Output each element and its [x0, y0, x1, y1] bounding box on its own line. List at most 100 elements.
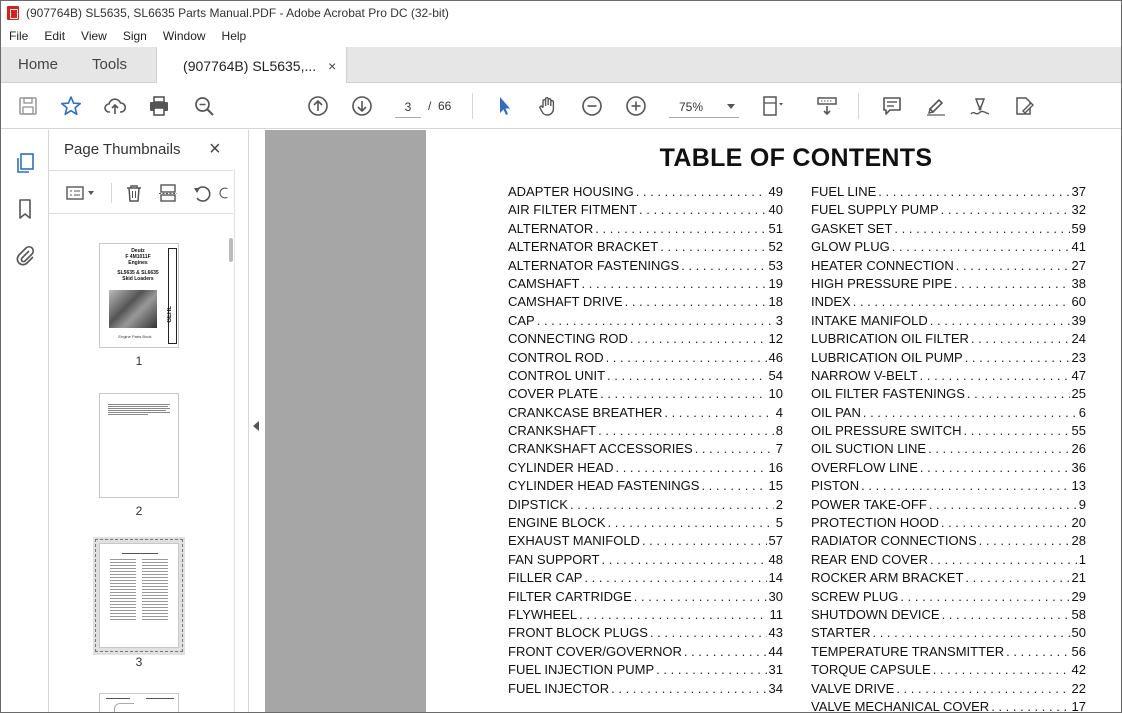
- zoom-level-dropdown[interactable]: 75%: [669, 96, 739, 118]
- tab-home[interactable]: Home: [1, 47, 75, 82]
- page-number-input[interactable]: [395, 96, 421, 118]
- thumbnail-page-1[interactable]: Deutz F 4M1011F Engines SL5635 & SL6635 …: [99, 243, 179, 348]
- toc-entry[interactable]: INTAKE MANIFOLD 39: [811, 313, 1086, 331]
- menu-sign[interactable]: Sign: [123, 29, 147, 43]
- toc-entry[interactable]: INDEX 60: [811, 294, 1086, 312]
- tab-document[interactable]: (907764B) SL5635,... ×: [156, 47, 348, 84]
- toc-entry[interactable]: CRANKSHAFT ACCESSORIES 7: [508, 441, 783, 459]
- toc-entry[interactable]: GASKET SET 59: [811, 221, 1086, 239]
- menu-view[interactable]: View: [81, 29, 107, 43]
- hand-tool-icon[interactable]: [536, 94, 560, 118]
- star-icon[interactable]: [59, 94, 83, 118]
- toc-entry[interactable]: FRONT BLOCK PLUGS 43: [508, 625, 783, 643]
- toc-entry[interactable]: FUEL INJECTOR 34: [508, 681, 783, 699]
- scrolling-mode-icon[interactable]: [815, 94, 839, 118]
- toc-entry[interactable]: VALVE MECHANICAL COVER 17: [811, 699, 1086, 712]
- close-panel-icon[interactable]: ×: [209, 138, 221, 161]
- toc-entry[interactable]: FILTER CARTRIDGE 30: [508, 589, 783, 607]
- thumbnail-page-2[interactable]: [99, 393, 179, 498]
- attachment-icon[interactable]: [13, 243, 37, 267]
- toc-entry[interactable]: OIL PRESSURE SWITCH 55: [811, 423, 1086, 441]
- menu-window[interactable]: Window: [163, 29, 206, 43]
- zoom-search-icon[interactable]: [192, 94, 216, 118]
- toc-entry[interactable]: ADAPTER HOUSING 49: [508, 184, 783, 202]
- toc-entry[interactable]: FRONT COVER/GOVERNOR 44: [508, 644, 783, 662]
- toc-entry[interactable]: OVERFLOW LINE 36: [811, 460, 1086, 478]
- rotate-right-icon[interactable]: [219, 182, 233, 204]
- close-tab-icon[interactable]: ×: [328, 58, 336, 74]
- toc-entry[interactable]: HEATER CONNECTION 27: [811, 258, 1086, 276]
- toc-entry[interactable]: ENGINE BLOCK 5: [508, 515, 783, 533]
- fill-sign-icon[interactable]: [1012, 94, 1036, 118]
- toc-entry[interactable]: FUEL SUPPLY PUMP 32: [811, 202, 1086, 220]
- toc-entry[interactable]: PROTECTION HOOD 20: [811, 515, 1086, 533]
- toc-entry[interactable]: VALVE DRIVE 22: [811, 681, 1086, 699]
- toc-entry[interactable]: CRANKCASE BREATHER 4: [508, 405, 783, 423]
- toc-entry[interactable]: FUEL INJECTION PUMP 31: [508, 662, 783, 680]
- toc-entry[interactable]: CAP 3: [508, 313, 783, 331]
- sign-pen-icon[interactable]: [968, 94, 992, 118]
- toc-entry[interactable]: OIL FILTER FASTENINGS 25: [811, 386, 1086, 404]
- menu-help[interactable]: Help: [222, 29, 247, 43]
- toc-entry[interactable]: CONNECTING ROD 12: [508, 331, 783, 349]
- print-icon[interactable]: [147, 94, 171, 118]
- toc-entry[interactable]: CRANKSHAFT 8: [508, 423, 783, 441]
- toc-entry[interactable]: CYLINDER HEAD 16: [508, 460, 783, 478]
- toc-entry[interactable]: ALTERNATOR BRACKET 52: [508, 239, 783, 257]
- thumbnail-page-4[interactable]: [99, 693, 179, 712]
- toc-entry[interactable]: TEMPERATURE TRANSMITTER 56: [811, 644, 1086, 662]
- toc-entry[interactable]: FAN SUPPORT 48: [508, 552, 783, 570]
- toc-entry[interactable]: POWER TAKE-OFF 9: [811, 497, 1086, 515]
- toc-entry[interactable]: NARROW V-BELT 47: [811, 368, 1086, 386]
- upload-cloud-icon[interactable]: [103, 94, 127, 118]
- toc-entry[interactable]: CAMSHAFT 19: [508, 276, 783, 294]
- toc-entry[interactable]: FUEL LINE 37: [811, 184, 1086, 202]
- toc-entry[interactable]: SCREW PLUG 29: [811, 589, 1086, 607]
- page-thumbnails-icon[interactable]: [13, 151, 37, 175]
- highlight-pen-icon[interactable]: [924, 94, 948, 118]
- tab-tools[interactable]: Tools: [75, 47, 144, 82]
- thumbnail-options-icon[interactable]: [64, 182, 98, 204]
- toc-entry[interactable]: PISTON 13: [811, 478, 1086, 496]
- toc-entry[interactable]: ROCKER ARM BRACKET 21: [811, 570, 1086, 588]
- toc-entry[interactable]: REAR END COVER 1: [811, 552, 1086, 570]
- menu-file[interactable]: File: [9, 29, 28, 43]
- toc-entry[interactable]: LUBRICATION OIL FILTER 24: [811, 331, 1086, 349]
- comment-icon[interactable]: [880, 94, 904, 118]
- toc-entry[interactable]: STARTER 50: [811, 625, 1086, 643]
- toc-entry[interactable]: TORQUE CAPSULE 42: [811, 662, 1086, 680]
- zoom-in-icon[interactable]: [624, 94, 648, 118]
- toc-entry[interactable]: DIPSTICK 2: [508, 497, 783, 515]
- rotate-left-icon[interactable]: [190, 182, 214, 204]
- thumbnail-page-3[interactable]: [95, 539, 183, 652]
- toc-entry[interactable]: CYLINDER HEAD FASTENINGS 15: [508, 478, 783, 496]
- thumbnail-scrollbar-thumb[interactable]: [229, 238, 233, 262]
- panel-collapse-handle[interactable]: [249, 130, 265, 712]
- toc-entry[interactable]: COVER PLATE 10: [508, 386, 783, 404]
- next-page-icon[interactable]: [350, 94, 374, 118]
- select-cursor-icon[interactable]: [492, 94, 516, 118]
- toc-entry[interactable]: OIL SUCTION LINE 26: [811, 441, 1086, 459]
- toc-entry[interactable]: ALTERNATOR FASTENINGS 53: [508, 258, 783, 276]
- toc-entry[interactable]: ALTERNATOR 51: [508, 221, 783, 239]
- save-icon[interactable]: [16, 94, 40, 118]
- page-fit-icon[interactable]: [761, 94, 785, 118]
- toc-entry[interactable]: CONTROL ROD 46: [508, 350, 783, 368]
- toc-entry[interactable]: EXHAUST MANIFOLD 57: [508, 533, 783, 551]
- toc-entry[interactable]: OIL PAN 6: [811, 405, 1086, 423]
- toc-entry[interactable]: FILLER CAP 14: [508, 570, 783, 588]
- zoom-out-icon[interactable]: [580, 94, 604, 118]
- previous-page-icon[interactable]: [306, 94, 330, 118]
- extract-pages-icon[interactable]: [156, 182, 180, 204]
- toc-entry[interactable]: RADIATOR CONNECTIONS 28: [811, 533, 1086, 551]
- toc-entry[interactable]: SHUTDOWN DEVICE 58: [811, 607, 1086, 625]
- toc-entry[interactable]: GLOW PLUG 41: [811, 239, 1086, 257]
- toc-entry[interactable]: CAMSHAFT DRIVE 18: [508, 294, 783, 312]
- toc-entry[interactable]: AIR FILTER FITMENT 40: [508, 202, 783, 220]
- toc-entry[interactable]: FLYWHEEL 11: [508, 607, 783, 625]
- toc-entry[interactable]: CONTROL UNIT 54: [508, 368, 783, 386]
- menu-edit[interactable]: Edit: [44, 29, 65, 43]
- toc-entry[interactable]: HIGH PRESSURE PIPE 38: [811, 276, 1086, 294]
- toc-entry[interactable]: LUBRICATION OIL PUMP 23: [811, 350, 1086, 368]
- bookmark-icon[interactable]: [13, 197, 37, 221]
